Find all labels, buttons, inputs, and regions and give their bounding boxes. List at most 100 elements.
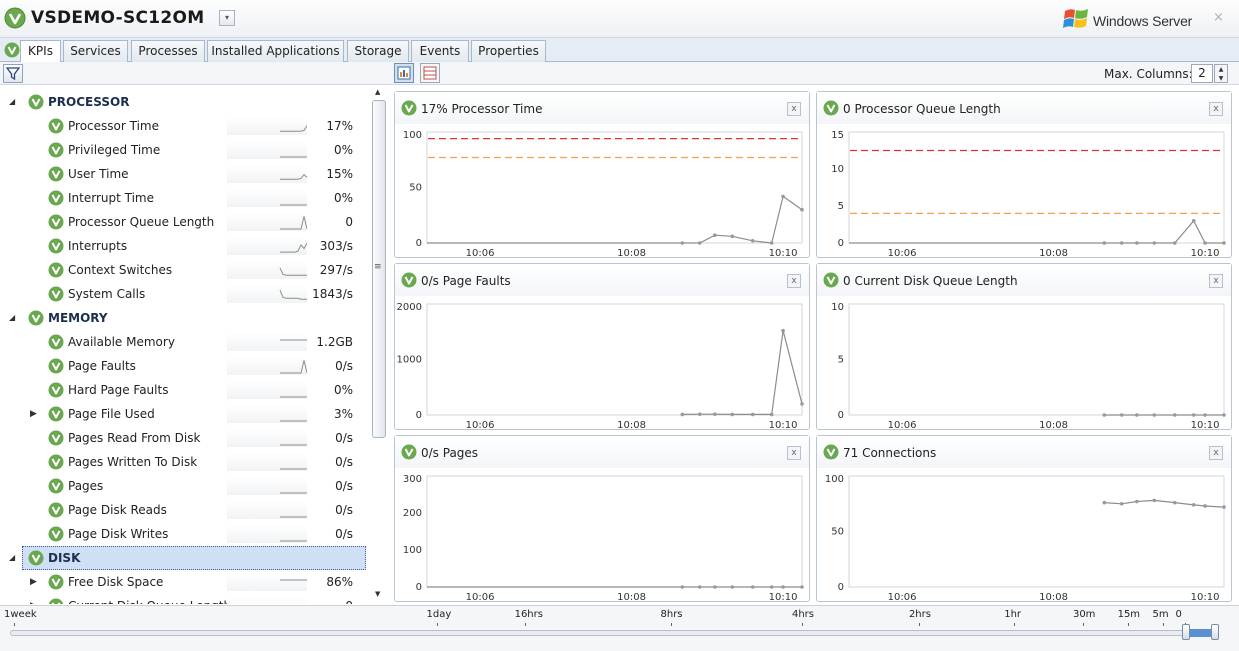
time-range-label[interactable]: 8hrs [661,609,683,620]
tab-events[interactable]: Events [411,40,469,62]
x-tick-label: 10:10 [769,592,798,601]
x-tick-label: 10:06 [888,248,917,257]
tree-category-label: PROCESSOR [48,95,130,109]
tree-item[interactable]: Processor Time 17% [0,114,372,138]
tree-item[interactable]: Page Disk Reads 0/s [0,498,372,522]
plot-area [426,303,803,416]
kpi-ok-icon [48,190,64,206]
tree-item[interactable]: ▶ Current Disk Queue Length 0 [0,594,372,604]
tree-category[interactable]: ◢ MEMORY [0,306,372,330]
tree-item[interactable]: ▶ Free Disk Space 86% [0,570,372,594]
time-range-slider-track[interactable] [10,630,1216,636]
tab-properties[interactable]: Properties [471,40,546,62]
kpi-chart: 300 200 100 0 10:06 10:08 10:10 [403,474,804,601]
time-range-start-handle[interactable] [1182,624,1190,640]
time-range-label[interactable]: 5m [1153,609,1169,620]
tree-item[interactable]: Interrupts 303/s [0,234,372,258]
time-range-label[interactable]: 16hrs [515,609,543,620]
tree-category[interactable]: ◢ PROCESSOR [0,90,372,114]
tree-item-value: 0 [300,599,353,604]
time-range-label[interactable]: 1hr [1004,609,1021,620]
tree-item-value: 86% [326,575,353,589]
chart-ok-icon [401,444,417,460]
tree-item[interactable]: Context Switches 297/s [0,258,372,282]
server-dropdown-button[interactable]: ▾ [219,10,235,26]
data-point [1152,498,1157,503]
tree-item[interactable]: Page Faults 0/s [0,354,372,378]
max-columns-input[interactable]: 2 [1191,64,1213,83]
tab-kpis[interactable]: KPIs [20,40,61,63]
tree-item[interactable]: Processor Queue Length 0 [0,210,372,234]
kpi-ok-icon [4,42,20,58]
tree-item[interactable]: User Time 15% [0,162,372,186]
time-range-label[interactable]: 0 [1175,609,1181,620]
time-range-label[interactable]: 4hrs [792,609,814,620]
tree-item-value: 0 [345,215,353,229]
tree-item[interactable]: Interrupt Time 0% [0,186,372,210]
tree-item[interactable]: Pages Written To Disk 0/s [0,450,372,474]
data-point [713,233,717,238]
scroll-down-icon[interactable]: ▼ [375,590,380,598]
expand-icon[interactable]: ▶ [30,601,37,604]
tree-item-value: 1843/s [312,287,353,301]
collapse-icon[interactable]: ◢ [9,97,15,106]
tile-view-button[interactable] [394,63,414,83]
chart-ok-icon [823,272,839,288]
sparkline [227,261,307,279]
tree-item[interactable]: System Calls 1843/s [0,282,372,306]
time-range-tick [524,623,526,626]
data-point [800,207,804,212]
time-range-label[interactable]: 1day [427,609,452,620]
tree-item-label: System Calls [68,287,146,301]
tree-item-label: Interrupt Time [68,191,154,205]
scroll-up-icon[interactable]: ▲ [375,88,380,96]
tree-item[interactable]: Pages 0/s [0,474,372,498]
close-icon[interactable]: × [1213,10,1224,25]
data-point [713,412,717,416]
tree-item[interactable]: Available Memory 1.2GB [0,330,372,354]
time-range-label[interactable]: 30m [1073,609,1095,620]
tree-item[interactable]: Hard Page Faults 0% [0,378,372,402]
chart-close-icon[interactable]: x [1209,274,1223,288]
data-point [1102,413,1107,417]
expand-icon[interactable]: ▶ [30,409,37,419]
tab-installed-applications[interactable]: Installed Applications [207,40,344,62]
collapse-icon[interactable]: ◢ [9,313,15,322]
tab-processes[interactable]: Processes [131,40,205,62]
time-range-tick [1127,623,1129,626]
chart-close-icon[interactable]: x [787,446,801,460]
expand-icon[interactable]: ▶ [30,577,37,587]
data-point [750,238,755,243]
tree-item[interactable]: Page Disk Writes 0/s [0,522,372,546]
kpi-ok-icon [48,454,64,470]
tab-services[interactable]: Services [63,40,128,62]
tree-item[interactable]: Pages Read From Disk 0/s [0,426,372,450]
tree-scrollbar[interactable]: ▲ ≡ ▼ [371,86,388,604]
data-point [800,585,804,589]
data-point [1191,503,1196,507]
chart-title: 0 Current Disk Queue Length [843,274,1018,288]
filter-button[interactable] [3,64,23,83]
collapse-icon[interactable]: ◢ [9,553,15,562]
chart-close-icon[interactable]: x [1209,102,1223,116]
x-tick-label: 10:08 [1039,248,1068,257]
y-tick-label: 5 [838,355,844,366]
time-range-end-handle[interactable] [1211,624,1219,640]
list-view-button[interactable] [420,63,440,83]
chart-close-icon[interactable]: x [1209,446,1223,460]
chart-close-icon[interactable]: x [787,274,801,288]
tree-item[interactable]: Privileged Time 0% [0,138,372,162]
panel-splitter-grip-icon[interactable]: ≡ [374,262,382,272]
tree-item[interactable]: ▶ Page File Used 3% [0,402,372,426]
time-range-label[interactable]: 15m [1118,609,1140,620]
chart-close-icon[interactable]: x [787,102,801,116]
tree-item-label: Page Faults [68,359,136,373]
tab-storage[interactable]: Storage [347,40,409,62]
y-tick-label: 2000 [397,302,422,313]
tree-item-label: Current Disk Queue Length [68,599,231,604]
max-columns-stepper[interactable]: ▲ ▼ [1214,64,1228,83]
data-point [769,241,774,245]
tree-category[interactable]: ◢ DISK [0,546,372,570]
time-range-label[interactable]: 1week [4,609,37,620]
time-range-label[interactable]: 2hrs [909,609,931,620]
